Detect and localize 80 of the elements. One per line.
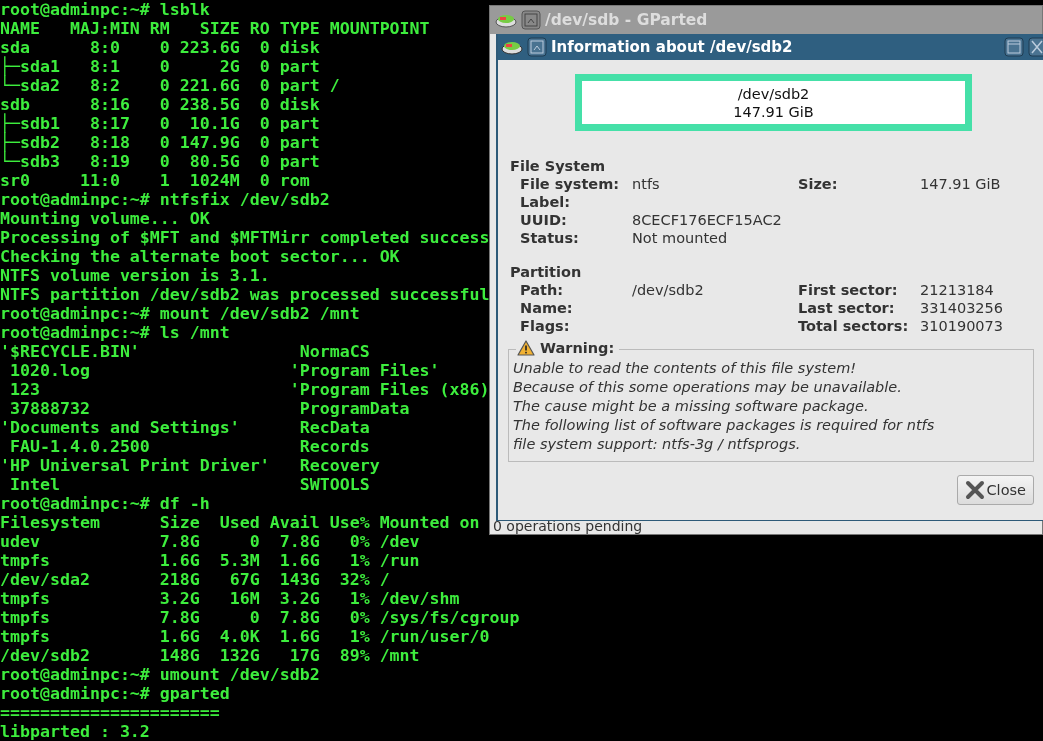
warning-icon bbox=[517, 340, 535, 356]
terminal-line: ├─sdb1 8:17 0 10.1G 0 part bbox=[0, 114, 320, 133]
terminal-line: FAU-1.4.0.2500 Records bbox=[9, 437, 370, 456]
terminal-line: /dev/sdb2 148G 132G 17G 89% /mnt bbox=[0, 646, 420, 665]
terminal-line: Checking the alternate boot sector... OK bbox=[0, 247, 400, 266]
terminal-line: 1020.log 'Program Files' bbox=[9, 361, 440, 380]
warning-text: The following list of software packages is required for ntfs bbox=[513, 416, 936, 435]
field-value: 147.91 GiB bbox=[920, 176, 1001, 192]
terminal-line: NTFS partition /dev/sdb2 was processed successful bbox=[0, 285, 490, 304]
field-value: 8CECF176ECF15AC2 bbox=[632, 212, 782, 228]
field-value: Not mounted bbox=[632, 230, 728, 246]
field-label: Size: bbox=[798, 176, 838, 192]
field-label: Flags: bbox=[520, 317, 571, 335]
terminal-line: tmpfs 1.6G 4.0K 1.6G 1% /run/user/0 bbox=[0, 627, 490, 646]
terminal-line: root@adminpc:~# mount /dev/sdb2 /mnt bbox=[0, 304, 360, 323]
partition-size: 147.91 GiB bbox=[733, 102, 814, 121]
terminal-line: 123 'Program Files (x86) bbox=[9, 380, 490, 399]
warning-text: file system support: ntfs-3g / ntfsprogs. bbox=[513, 435, 802, 454]
field-value: 310190073 bbox=[920, 318, 1004, 334]
dialog-title: Information about /dev/sdb2 bbox=[551, 38, 793, 56]
disk-icon bbox=[495, 12, 517, 28]
field-value: /dev/sdb2 bbox=[632, 282, 704, 298]
terminal-line: udev 7.8G 0 7.8G 0% /dev bbox=[0, 532, 420, 551]
field-label: Status: bbox=[520, 229, 580, 247]
terminal-line: ├─sda1 8:1 0 2G 0 part bbox=[0, 57, 320, 76]
close-icon bbox=[964, 480, 985, 500]
field-label: Name: bbox=[520, 299, 574, 317]
terminal-line: root@adminpc:~# lsblk bbox=[0, 0, 210, 19]
terminal-line: └─sda2 8:2 0 221.6G 0 part / bbox=[0, 76, 340, 95]
terminal-line: sdb 8:16 0 238.5G 0 disk bbox=[0, 95, 320, 114]
warning-text: The cause might be a missing software package. bbox=[513, 397, 870, 416]
terminal-line: root@adminpc:~# umount /dev/sdb2 bbox=[0, 665, 320, 684]
window-menu-icon[interactable] bbox=[527, 37, 547, 57]
field-label: Path: bbox=[520, 281, 565, 299]
terminal-line: tmpfs 3.2G 16M 3.2G 1% /dev/shm bbox=[0, 589, 460, 608]
terminal-line: root@adminpc:~# ls /mnt bbox=[0, 323, 230, 342]
terminal-line: Intel SWTOOLS bbox=[9, 475, 370, 494]
field-label: First sector: bbox=[798, 282, 898, 298]
partition-path: /dev/sdb2 bbox=[737, 84, 810, 103]
terminal-line: sda 8:0 0 223.6G 0 disk bbox=[0, 38, 320, 57]
maximize-icon[interactable] bbox=[1004, 37, 1024, 57]
terminal-line: root@adminpc:~# gparted bbox=[0, 684, 230, 703]
field-label: Total sectors: bbox=[798, 318, 909, 334]
disk-icon bbox=[501, 39, 523, 55]
terminal-line: tmpfs 7.8G 0 7.8G 0% /sys/fs/cgroup bbox=[0, 608, 520, 627]
terminal-line: ====================== bbox=[0, 703, 220, 722]
terminal-line: '$RECYCLE.BIN' NormaCS bbox=[0, 342, 370, 361]
field-value: ntfs bbox=[632, 176, 660, 192]
terminal-line: /dev/sda2 218G 67G 143G 32% / bbox=[0, 570, 390, 589]
close-button[interactable]: Close bbox=[956, 475, 1034, 505]
close-icon[interactable] bbox=[1028, 37, 1043, 57]
terminal-line: Mounting volume... OK bbox=[0, 209, 210, 228]
status-bar-text: 0 operations pending bbox=[493, 518, 643, 534]
terminal-line: root@adminpc:~# ntfsfix /dev/sdb2 bbox=[0, 190, 330, 209]
field-label: File system: bbox=[520, 175, 621, 193]
window-title: /dev/sdb - GParted bbox=[545, 11, 708, 29]
terminal-line: ├─sdb2 8:18 0 147.9G 0 part bbox=[0, 133, 320, 152]
terminal-line: Filesystem Size Used Avail Use% Mounted on bbox=[0, 513, 480, 532]
warning-text: Unable to read the contents of this file system! bbox=[513, 359, 858, 378]
terminal-line: NTFS volume version is 3.1. bbox=[0, 266, 270, 285]
section-heading: Partition bbox=[510, 263, 583, 281]
field-label: Last sector: bbox=[798, 300, 895, 316]
terminal-line: Processing of $MFT and $MFTMirr completed success bbox=[0, 228, 490, 247]
field-value: 331403256 bbox=[920, 300, 1004, 316]
window-menu-icon[interactable] bbox=[521, 10, 541, 30]
terminal-line: tmpfs 1.6G 5.3M 1.6G 1% /run bbox=[0, 551, 420, 570]
terminal-line: libparted : 3.2 bbox=[0, 722, 150, 741]
terminal-line: └─sdb3 8:19 0 80.5G 0 part bbox=[0, 152, 320, 171]
terminal-line: 'HP Universal Print Driver' Recovery bbox=[0, 456, 380, 475]
terminal-line: sr0 11:0 1 1024M 0 rom bbox=[0, 171, 310, 190]
field-value: 21213184 bbox=[920, 282, 994, 298]
terminal-line: 'Documents and Settings' RecData bbox=[0, 418, 370, 437]
field-label: UUID: bbox=[520, 211, 568, 229]
warning-title: Warning: bbox=[540, 340, 615, 356]
terminal-line: NAME MAJ:MIN RM SIZE RO TYPE MOUNTPOINT bbox=[0, 19, 430, 38]
section-heading: File System bbox=[510, 157, 607, 175]
warning-text: Because of this some operations may be unavailable. bbox=[513, 378, 903, 397]
terminal-line: 37888732 ProgramData bbox=[9, 399, 410, 418]
field-label: Label: bbox=[520, 193, 571, 211]
terminal-line: root@adminpc:~# df -h bbox=[0, 494, 210, 513]
